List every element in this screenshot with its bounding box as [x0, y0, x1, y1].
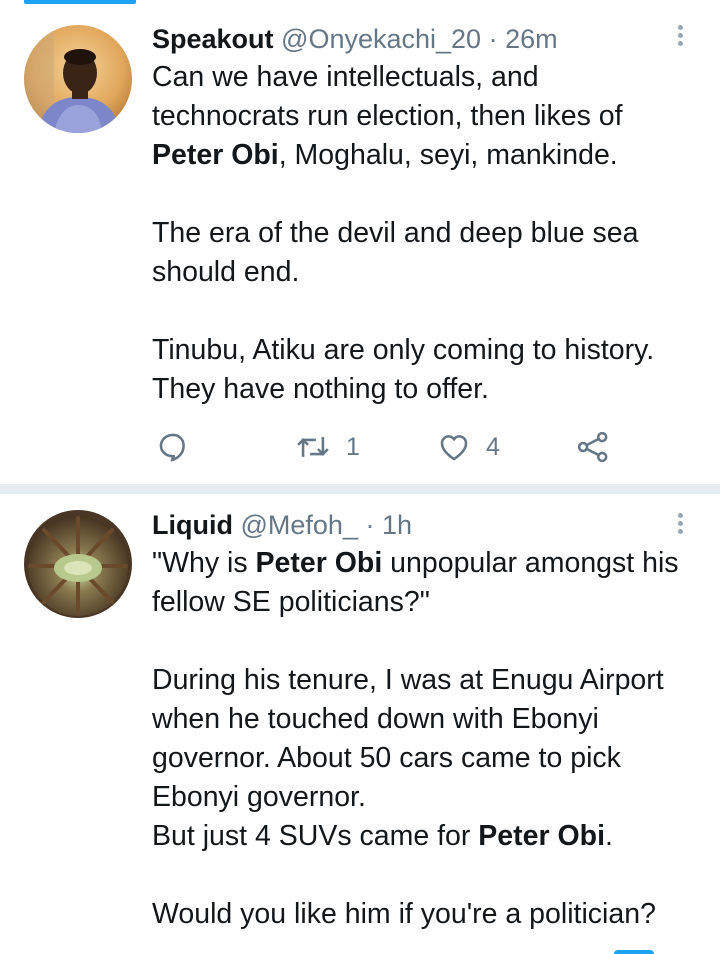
- text-segment: Would you like him if you're a politicia…: [152, 898, 656, 930]
- tweet-line: Ebonyi governor.: [152, 778, 712, 817]
- timestamp[interactable]: 1h: [382, 510, 412, 540]
- tweet-line: During his tenure, I was at Enugu Airpor…: [152, 661, 712, 700]
- avatar[interactable]: [24, 510, 132, 618]
- text-segment: , Moghalu, seyi, mankinde.: [278, 139, 618, 171]
- text-segment: During his tenure, I was at Enugu Airpor…: [152, 664, 664, 696]
- tweet-line: They have nothing to offer.: [152, 370, 712, 409]
- tweet-text: Can we have intellectuals, and technocrat…: [152, 58, 712, 409]
- avatar[interactable]: [24, 25, 132, 133]
- tweet-line: Peter Obi, Moghalu, seyi, mankinde.: [152, 136, 712, 175]
- text-segment: Ebonyi governor.: [152, 781, 366, 813]
- display-name[interactable]: Liquid: [152, 510, 233, 540]
- user-handle[interactable]: @Mefoh_: [241, 510, 358, 540]
- text-segment: technocrats run election, then likes of: [152, 100, 623, 132]
- like-button[interactable]: 4: [436, 425, 500, 469]
- display-name[interactable]: Speakout: [152, 24, 274, 54]
- highlighted-keyword: Peter Obi: [478, 820, 606, 852]
- tweet-line: when he touched down with Ebonyi: [152, 700, 712, 739]
- heart-icon: [440, 435, 468, 461]
- text-segment: unpopular amongst his: [382, 547, 679, 579]
- user-photo-avatar-icon: [24, 25, 132, 133]
- share-icon: [577, 431, 608, 463]
- tweet-line: But just 4 SUVs came for Peter Obi.: [152, 817, 712, 856]
- user-handle[interactable]: @Onyekachi_20: [281, 24, 481, 54]
- more-options-icon[interactable]: [668, 510, 692, 542]
- retweet-button[interactable]: 1: [294, 425, 360, 469]
- text-segment: They have nothing to offer.: [152, 373, 489, 405]
- tweet-line: technocrats run election, then likes of: [152, 97, 712, 136]
- text-segment: Tinubu, Atiku are only coming to history…: [152, 334, 655, 366]
- more-options-icon[interactable]: [668, 22, 692, 54]
- text-segment: Can we have intellectuals, and: [152, 61, 539, 93]
- tweet-actions: 1 4: [152, 425, 712, 469]
- separator: ·: [488, 24, 498, 54]
- tweet-header: Liquid @Mefoh_ · 1h: [152, 508, 412, 542]
- compose-button[interactable]: [614, 950, 654, 954]
- tweet-line: "Why is Peter Obi unpopular amongst his: [152, 544, 712, 583]
- tweet-line: Tinubu, Atiku are only coming to history…: [152, 331, 712, 370]
- text-segment: when he touched down with Ebonyi: [152, 703, 599, 735]
- sea-anemone-avatar-icon: [24, 510, 132, 618]
- reply-button[interactable]: [156, 425, 190, 469]
- text-segment: The era of the devil and deep blue sea: [152, 217, 639, 249]
- tweet-2[interactable]: Liquid @Mefoh_ · 1h "Why is Peter Obi un…: [0, 494, 720, 954]
- text-segment: "Why is: [152, 547, 256, 579]
- like-count: 4: [486, 432, 500, 461]
- tweet-line: should end.: [152, 253, 712, 292]
- share-button[interactable]: [576, 425, 610, 469]
- text-segment: should end.: [152, 256, 300, 288]
- reply-icon: [159, 433, 185, 462]
- separator: ·: [365, 510, 375, 540]
- retweet-icon: [297, 437, 329, 457]
- tweet-line: Can we have intellectuals, and: [152, 58, 712, 97]
- tweet-divider: [0, 484, 720, 494]
- text-segment: But just 4 SUVs came for: [152, 820, 479, 852]
- timestamp[interactable]: 26m: [505, 24, 558, 54]
- tweet-header: Speakout @Onyekachi_20 · 26m: [152, 22, 558, 56]
- text-segment: governor. About 50 cars came to pick: [152, 742, 621, 774]
- tweet-line: governor. About 50 cars came to pick: [152, 739, 712, 778]
- highlighted-keyword: Peter Obi: [152, 139, 279, 171]
- tweet-1[interactable]: Speakout @Onyekachi_20 · 26m Can we have…: [0, 0, 720, 483]
- text-segment: fellow SE politicians?": [152, 586, 430, 618]
- retweet-count: 1: [346, 432, 360, 461]
- tweet-text: "Why is Peter Obi unpopular amongst his f…: [152, 544, 712, 934]
- highlighted-keyword: Peter Obi: [255, 547, 383, 579]
- text-segment: .: [605, 820, 613, 852]
- tweet-line: The era of the devil and deep blue sea: [152, 214, 712, 253]
- tweet-line: Would you like him if you're a politicia…: [152, 895, 712, 934]
- tweet-line: fellow SE politicians?": [152, 583, 712, 622]
